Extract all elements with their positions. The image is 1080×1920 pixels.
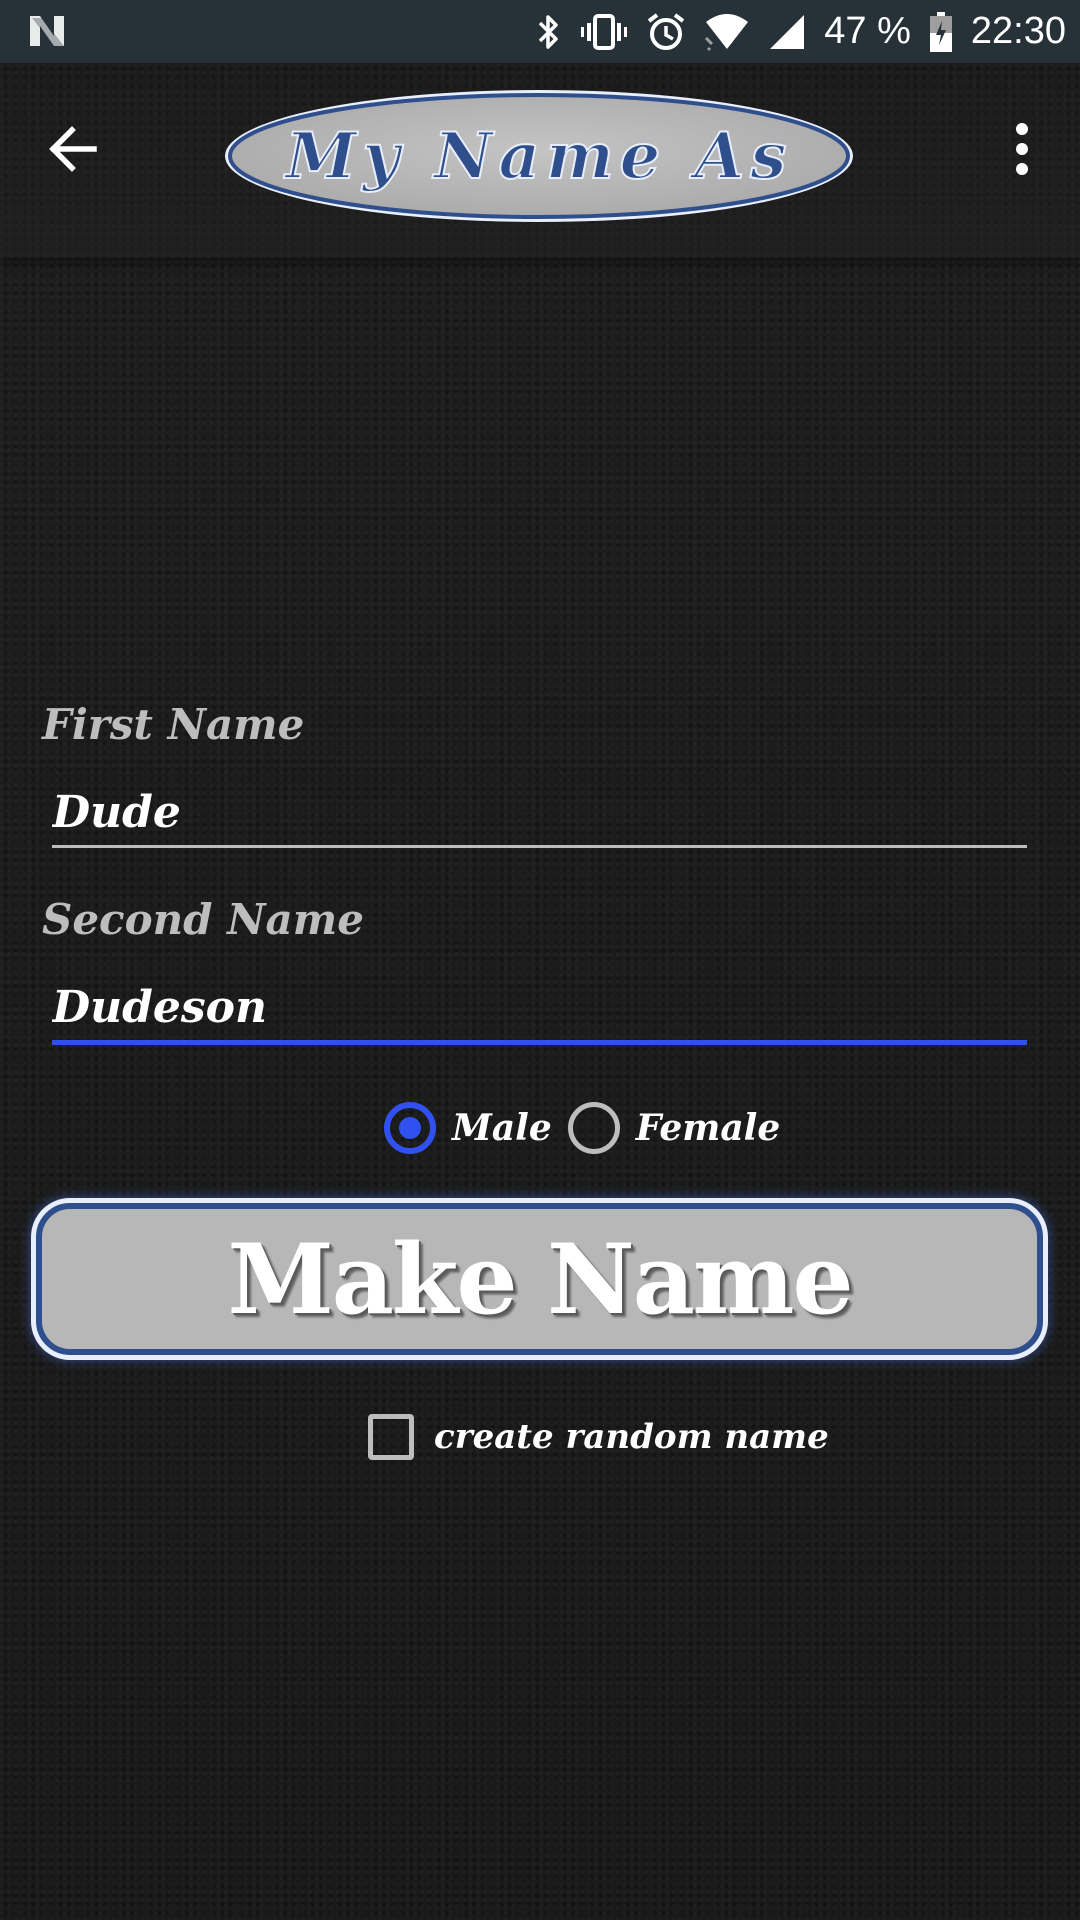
first-name-label: First Name <box>42 700 305 749</box>
make-name-button-label: Make Name <box>227 1222 853 1336</box>
second-name-label: Second Name <box>42 895 364 944</box>
battery-icon <box>929 11 952 52</box>
vibrate-icon <box>581 13 628 50</box>
first-name-input[interactable] <box>52 777 1027 847</box>
app-logo: My Name As <box>225 90 853 222</box>
make-name-button[interactable]: Make Name <box>36 1203 1043 1355</box>
gender-radio-group: Male Female <box>384 1098 780 1158</box>
back-arrow-icon[interactable] <box>36 111 112 187</box>
clock: 22:30 <box>970 10 1066 52</box>
overflow-menu-icon[interactable] <box>1002 111 1042 187</box>
female-radio-label[interactable]: Female <box>636 1107 781 1149</box>
battery-percent: 47 % <box>824 10 911 52</box>
male-radio[interactable] <box>384 1102 436 1154</box>
logo-text: My Name As <box>284 119 793 194</box>
random-name-label[interactable]: create random name <box>434 1417 829 1457</box>
signal-icon <box>770 14 805 49</box>
second-name-underline <box>52 1040 1027 1045</box>
n-notification-icon <box>30 16 64 46</box>
status-bar: 47 % 22:30 <box>0 0 1080 63</box>
male-radio-label[interactable]: Male <box>452 1107 552 1149</box>
random-name-checkbox[interactable] <box>368 1414 414 1460</box>
first-name-underline <box>52 845 1027 848</box>
app-toolbar: My Name As <box>0 63 1080 258</box>
second-name-input[interactable] <box>52 972 1027 1042</box>
wifi-icon <box>705 13 749 51</box>
bluetooth-icon <box>539 14 559 49</box>
random-name-option: create random name <box>368 1412 829 1462</box>
female-radio[interactable] <box>567 1102 620 1154</box>
alarm-icon <box>648 12 685 50</box>
